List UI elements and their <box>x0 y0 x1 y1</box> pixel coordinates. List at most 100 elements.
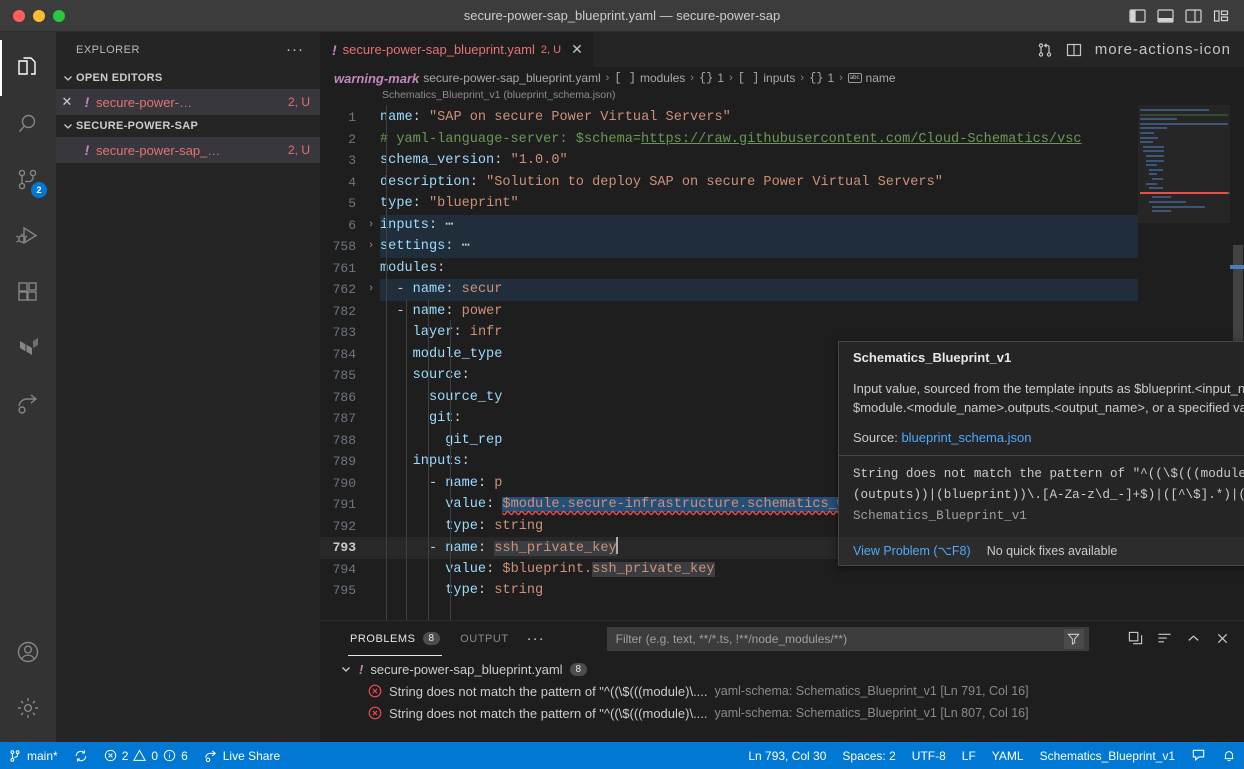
minimize-window-button[interactable] <box>33 9 45 22</box>
filter-icon[interactable] <box>1063 628 1084 649</box>
status-indentation[interactable]: Spaces: 2 <box>834 742 903 769</box>
sidebar-item-extensions[interactable] <box>0 264 56 320</box>
status-bar: main* 2 0 6 Live Share Ln 793, Col 30 Sp… <box>0 742 1244 769</box>
code-line[interactable]: 1 name: "SAP on secure Power Virtual Serv… <box>320 107 1244 129</box>
breadcrumb-item-inputs[interactable]: [ ] inputs <box>738 71 796 85</box>
code-line[interactable]: 782 - name: power <box>320 301 1244 323</box>
abc-icon: abc <box>847 73 862 83</box>
fold-chevron-icon[interactable]: › <box>362 236 380 258</box>
open-editor-item[interactable]: ✕ ! secure-power-… 2, U <box>56 89 320 115</box>
code-line[interactable]: 762 › - name: secur <box>320 279 1244 301</box>
collapse-all-icon[interactable] <box>1128 631 1143 646</box>
accounts-button[interactable] <box>0 624 56 680</box>
problems-filter-input[interactable]: Filter (e.g. text, **/*.ts, !**/node_mod… <box>606 626 1089 651</box>
problems-list[interactable]: ! secure-power-sap_blueprint.yaml 8 Stri… <box>320 656 1244 742</box>
sidebar-item-run-and-debug[interactable] <box>0 208 56 264</box>
chevron-down-icon[interactable] <box>340 663 352 675</box>
sidebar-item-source-control[interactable]: 2 <box>0 152 56 208</box>
close-editor-icon[interactable]: ✕ <box>56 94 78 110</box>
close-panel-icon[interactable] <box>1215 631 1230 646</box>
code-line-text: settings: ⋯ <box>380 236 1244 258</box>
minimap-line <box>1146 182 1158 185</box>
minimap-line <box>1140 118 1177 121</box>
sidebar-more-actions-icon[interactable]: ··· <box>286 41 312 58</box>
code-line[interactable]: 6 › inputs: ⋯ <box>320 214 1244 237</box>
breadcrumb: warning-mark secure-power-sap_blueprint.… <box>320 67 1244 89</box>
breadcrumb-item-module-index[interactable]: {} 1 <box>699 71 724 85</box>
toggle-primary-sidebar-icon[interactable] <box>1129 8 1146 23</box>
code-line[interactable]: 758 › settings: ⋯ <box>320 236 1244 258</box>
sidebar-item-search[interactable] <box>0 96 56 152</box>
customize-layout-icon[interactable] <box>1213 9 1230 23</box>
window-traffic-lights[interactable] <box>0 9 65 22</box>
code-line-text: description: "Solution to deploy SAP on … <box>380 174 943 190</box>
breadcrumb-item-input-index[interactable]: {} 1 <box>809 71 834 85</box>
split-editor-compare-icon[interactable] <box>1037 42 1053 58</box>
problem-row[interactable]: String does not match the pattern of "^(… <box>320 680 1244 702</box>
sidebar-item-live-share[interactable] <box>0 376 56 432</box>
section-open-editors[interactable]: OPEN EDITORS <box>56 67 320 89</box>
code-line[interactable]: 761 modules: <box>320 258 1244 280</box>
code-line[interactable]: 4 description: "Solution to deploy SAP on… <box>320 172 1244 194</box>
line-number: 782 <box>332 303 356 319</box>
panel-actions <box>1114 631 1244 646</box>
fold-chevron-icon[interactable]: › <box>362 279 380 301</box>
hover-doc-section: Schematics_Blueprint_v1 Input value, sou… <box>839 342 1244 455</box>
editor-more-actions-icon[interactable]: more-actions-icon <box>1095 41 1231 58</box>
maximize-window-button[interactable] <box>53 9 65 22</box>
tab-output[interactable]: OUTPUT <box>450 621 519 656</box>
minimap-line <box>1152 210 1172 213</box>
toggle-panel-icon[interactable] <box>1157 8 1174 23</box>
file-tree-item[interactable]: ! secure-power-sap_… 2, U <box>56 137 320 163</box>
status-language-mode[interactable]: YAML <box>984 742 1032 769</box>
fold-chevron-icon[interactable]: › <box>362 215 380 237</box>
view-problem-link[interactable]: View Problem (⌥F8) <box>853 543 971 558</box>
tab-secure-power-sap-blueprint-yaml[interactable]: ! secure-power-sap_blueprint.yaml 2, U ✕ <box>320 32 594 67</box>
breadcrumb-item-file[interactable]: warning-mark secure-power-sap_blueprint.… <box>334 71 601 86</box>
hover-source-link[interactable]: blueprint_schema.json <box>901 430 1031 445</box>
line-number: 1 <box>348 110 356 125</box>
code-line[interactable]: 795 type: string <box>320 580 1244 602</box>
sidebar-item-explorer[interactable] <box>0 40 56 96</box>
status-bell-icon[interactable] <box>1214 742 1244 769</box>
status-remote-icon[interactable] <box>1183 742 1214 769</box>
tab-problems[interactable]: PROBLEMS 8 <box>340 621 450 656</box>
code-line[interactable]: 2 # yaml-language-server: $schema=https:/… <box>320 129 1244 151</box>
problems-file-name: secure-power-sap_blueprint.yaml <box>370 661 563 677</box>
bottom-panel: PROBLEMS 8 OUTPUT ··· Filter (e.g. text,… <box>320 620 1244 742</box>
breadcrumb-module-index-label: 1 <box>717 71 725 85</box>
code-line[interactable]: 5 type: "blueprint" <box>320 193 1244 215</box>
chevron-up-icon[interactable] <box>1186 631 1201 646</box>
status-branch[interactable]: main* <box>0 742 66 769</box>
status-encoding[interactable]: UTF-8 <box>904 742 954 769</box>
gear-icon[interactable] <box>0 680 56 736</box>
hover-source: Source: blueprint_schema.json <box>853 430 1244 445</box>
status-live-share[interactable]: Live Share <box>196 742 288 769</box>
toggle-secondary-sidebar-icon[interactable] <box>1185 8 1202 23</box>
line-number: 6 <box>348 217 356 233</box>
status-cursor-position[interactable]: Ln 793, Col 30 <box>740 742 834 769</box>
status-sync[interactable] <box>66 742 96 769</box>
status-schema[interactable]: Schematics_Blueprint_v1 <box>1032 742 1183 769</box>
code-editor[interactable]: 1 name: "SAP on secure Power Virtual Serv… <box>320 105 1244 620</box>
status-problems[interactable]: 2 0 6 <box>96 742 196 769</box>
tab-close-icon[interactable]: ✕ <box>571 41 583 58</box>
problem-row[interactable]: String does not match the pattern of "^(… <box>320 702 1244 724</box>
close-window-button[interactable] <box>13 9 25 22</box>
split-editor-icon[interactable] <box>1066 42 1082 58</box>
code-line[interactable]: 3 schema_version: "1.0.0" <box>320 150 1244 172</box>
minimap-line <box>1140 122 1228 125</box>
breadcrumb-item-modules[interactable]: [ ] modules <box>614 71 685 85</box>
status-eol[interactable]: LF <box>954 742 984 769</box>
breadcrumb-item-name[interactable]: abc name <box>847 71 896 85</box>
sidebar-item-terraform[interactable] <box>0 320 56 376</box>
object-icon: {} <box>809 71 824 85</box>
problems-file-group[interactable]: ! secure-power-sap_blueprint.yaml 8 <box>320 658 1244 680</box>
section-workspace-folder[interactable]: SECURE-POWER-SAP <box>56 115 320 137</box>
open-editor-badge: 2, U <box>287 95 310 109</box>
problem-meta: yaml-schema: Schematics_Blueprint_v1 [Ln… <box>714 684 1029 698</box>
hover-tooltip[interactable]: Schematics_Blueprint_v1 Input value, sou… <box>838 341 1244 566</box>
panel-more-tabs-icon[interactable]: ··· <box>519 630 553 647</box>
workspace-folder-label: SECURE-POWER-SAP <box>76 120 199 132</box>
view-as-list-icon[interactable] <box>1157 631 1172 646</box>
